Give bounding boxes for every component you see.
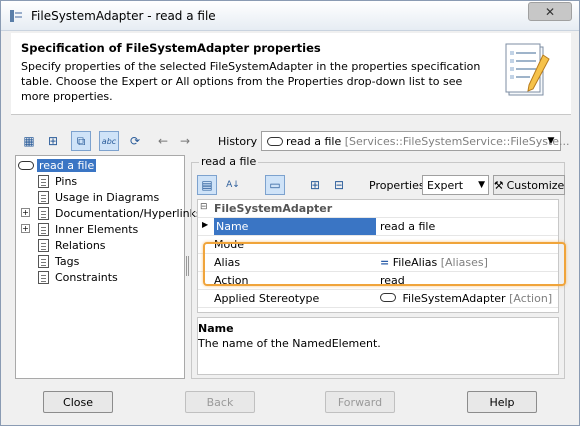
- property-name: Applied Stereotype: [214, 292, 320, 305]
- document-icon: [38, 222, 49, 236]
- forward-arrow-icon[interactable]: →: [175, 131, 195, 151]
- action-icon: [267, 137, 283, 146]
- description-panel: Name The name of the NamedElement.: [197, 317, 559, 375]
- collapse-all-icon[interactable]: ⊟: [329, 175, 349, 195]
- title-bar: FileSystemAdapter - read a file ✕: [1, 1, 579, 31]
- specification-document-icon: [505, 43, 550, 96]
- tree-item-documentation[interactable]: Documentation/Hyperlinks: [38, 205, 202, 221]
- tree-item-pins[interactable]: Pins: [38, 173, 77, 189]
- element-tree: read a file Pins Usage in Diagrams + Doc…: [15, 155, 202, 379]
- history-value: read a file: [286, 135, 342, 148]
- tree-root[interactable]: read a file: [18, 157, 97, 173]
- header-description: Specify properties of the selected FileS…: [21, 60, 481, 103]
- row-pointer-icon: ▶: [202, 220, 209, 229]
- tree-item-label: Pins: [55, 174, 78, 188]
- table-row[interactable]: Applied Stereotype FileSystemAdapter [Ac…: [198, 290, 558, 308]
- action-icon: [18, 160, 34, 170]
- dialog-header: Specification of FileSystemAdapter prope…: [11, 33, 571, 115]
- tree-view-icon[interactable]: ⊞: [43, 131, 63, 151]
- back-arrow-icon[interactable]: ←: [153, 131, 173, 151]
- tree-item-label: Inner Elements: [55, 222, 139, 236]
- grid-view-icon[interactable]: ▦: [19, 131, 39, 151]
- document-icon: [38, 238, 49, 252]
- tree-item-tags[interactable]: Tags: [38, 253, 79, 269]
- categorized-icon[interactable]: ▤: [197, 175, 217, 195]
- tree-item-label: Relations: [55, 238, 106, 252]
- copy-icon[interactable]: ⧉: [71, 131, 91, 151]
- expand-icon[interactable]: +: [21, 208, 30, 217]
- property-value-cell[interactable]: FileSystemAdapter [Action] [E2E: [380, 292, 556, 305]
- customize-label: Customize: [506, 178, 565, 192]
- sort-az-icon[interactable]: A↓: [223, 175, 243, 195]
- customize-button[interactable]: ⚒ Customize: [493, 175, 565, 195]
- property-value: FileSystemAdapter: [402, 292, 506, 305]
- document-icon: [38, 190, 49, 204]
- navigation-toolbar: ▦ ⊞ ⧉ abc ⟳ ← → History : read a file [S…: [15, 129, 570, 153]
- forward-button[interactable]: Forward: [325, 391, 395, 413]
- description-text: The name of the NamedElement.: [198, 337, 381, 350]
- properties-mode-select[interactable]: Expert ▼: [422, 175, 489, 195]
- tree-item-inner-elements[interactable]: Inner Elements: [38, 221, 138, 237]
- history-dropdown[interactable]: read a file [Services::FileSystemService…: [261, 131, 570, 151]
- chevron-down-icon: ▼: [478, 180, 485, 190]
- window-title: FileSystemAdapter - read a file: [31, 9, 216, 23]
- table-group-row[interactable]: ⊟ FileSystemAdapter: [198, 200, 558, 218]
- refresh-icon[interactable]: ⟳: [125, 131, 145, 151]
- splitter-handle[interactable]: [186, 256, 189, 276]
- description-toggle-icon[interactable]: ▭: [265, 175, 285, 195]
- document-icon: [38, 254, 49, 268]
- help-button[interactable]: Help: [467, 391, 537, 413]
- group-label: read a file: [199, 155, 259, 168]
- table-group-label: FileSystemAdapter: [214, 202, 333, 215]
- document-icon: [38, 174, 49, 188]
- history-label: History :: [218, 135, 265, 148]
- properties-toolbar: ▤ A↓ ▭ ⊞ ⊟ Properties: Expert ▼ ⚒ Custom…: [197, 173, 565, 197]
- document-icon: [38, 270, 49, 284]
- action-icon: [380, 293, 396, 302]
- properties-mode-value: Expert: [427, 179, 464, 192]
- tree-item-relations[interactable]: Relations: [38, 237, 106, 253]
- header-title: Specification of FileSystemAdapter prope…: [21, 41, 321, 55]
- expand-all-icon[interactable]: ⊞: [305, 175, 325, 195]
- highlight-callout: [203, 242, 566, 286]
- chevron-down-icon[interactable]: ▼: [544, 134, 558, 148]
- history-type: [Services::FileSystemService::FileSyste.…: [344, 135, 570, 148]
- app-icon: [10, 10, 22, 22]
- properties-label: Properties:: [369, 179, 429, 192]
- tree-item-label: Usage in Diagrams: [55, 190, 160, 204]
- tree-root-label: read a file: [37, 158, 97, 172]
- tree-item-label: Constraints: [55, 270, 118, 284]
- window-close-button[interactable]: ✕: [528, 2, 572, 21]
- expand-icon[interactable]: +: [21, 224, 30, 233]
- tools-icon: ⚒: [493, 178, 504, 192]
- document-icon: [38, 206, 49, 220]
- tree-item-label: Documentation/Hyperlinks: [55, 206, 202, 220]
- description-title: Name: [198, 322, 234, 335]
- collapse-icon[interactable]: ⊟: [200, 202, 208, 212]
- close-icon: ✕: [544, 4, 556, 19]
- property-name: Name: [214, 218, 376, 235]
- close-button[interactable]: Close: [43, 391, 113, 413]
- tree-item-constraints[interactable]: Constraints: [38, 269, 118, 285]
- tree-item-label: Tags: [55, 254, 80, 268]
- back-button[interactable]: Back: [185, 391, 255, 413]
- table-row[interactable]: ▶ Name read a file: [198, 218, 558, 236]
- property-value[interactable]: read a file: [380, 220, 556, 233]
- property-value-type: [Action] [E2E: [509, 292, 556, 305]
- tree-item-usage-in-diagrams[interactable]: Usage in Diagrams: [38, 189, 159, 205]
- specification-dialog: FileSystemAdapter - read a file ✕ Specif…: [0, 0, 580, 426]
- spelling-icon[interactable]: abc: [99, 131, 119, 151]
